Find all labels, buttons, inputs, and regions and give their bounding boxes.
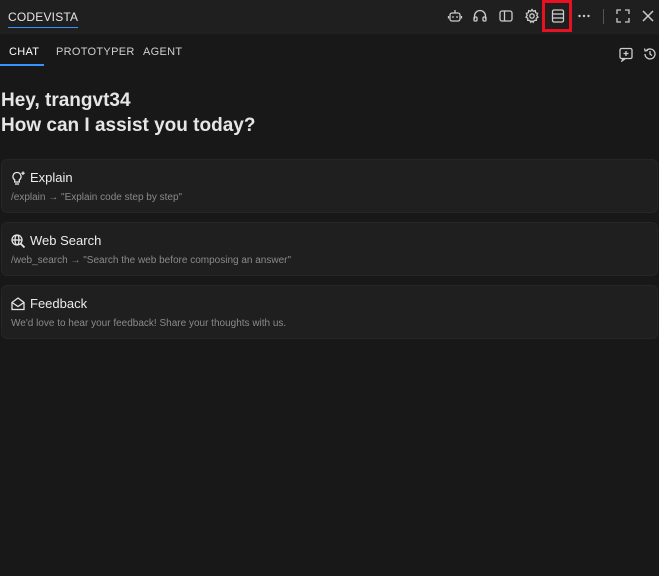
lightbulb-icon — [10, 170, 26, 186]
card-description: We'd love to hear your feedback! Share y… — [11, 318, 287, 329]
card-description: /explain → "Explain code step by step" — [11, 192, 183, 203]
app-title: CODEVISTA — [8, 10, 79, 28]
card-title: Explain — [30, 170, 73, 185]
card-title: Feedback — [30, 296, 88, 311]
card-title: Web Search — [30, 233, 102, 248]
explain-card[interactable]: Explain /explain → "Explain code step by… — [1, 159, 658, 213]
greeting-line-2: How can I assist you today? — [1, 115, 256, 136]
layout-rows-icon[interactable] — [547, 5, 569, 27]
mail-open-icon — [10, 296, 26, 312]
fullscreen-icon[interactable] — [612, 5, 634, 27]
active-tab-indicator — [0, 64, 44, 66]
title-bar: CODEVISTA — [0, 0, 659, 34]
tab-agent[interactable]: AGENT — [143, 46, 182, 58]
tab-prototyper[interactable]: PROTOTYPER — [56, 46, 135, 58]
greeting-line-1: Hey, trangvt34 — [1, 90, 131, 111]
tab-chat[interactable]: CHAT — [9, 46, 39, 58]
headset-icon[interactable] — [469, 5, 491, 27]
history-icon[interactable] — [641, 45, 659, 63]
web-search-icon — [10, 233, 26, 249]
title-bar-divider — [603, 9, 604, 24]
bot-icon[interactable] — [444, 5, 466, 27]
tab-bar: CHAT PROTOTYPER AGENT — [0, 38, 659, 66]
web-search-card[interactable]: Web Search /web_search → "Search the web… — [1, 222, 658, 276]
panel-toggle-icon[interactable] — [495, 5, 517, 27]
card-description: /web_search → "Search the web before com… — [11, 255, 292, 266]
greeting: Hey, trangvt34 How can I assist you toda… — [1, 88, 255, 138]
feedback-card[interactable]: Feedback We'd love to hear your feedback… — [1, 285, 658, 339]
close-icon[interactable] — [637, 5, 659, 27]
gear-icon[interactable] — [521, 5, 543, 27]
new-chat-icon[interactable] — [617, 45, 635, 63]
more-icon[interactable] — [573, 5, 595, 27]
